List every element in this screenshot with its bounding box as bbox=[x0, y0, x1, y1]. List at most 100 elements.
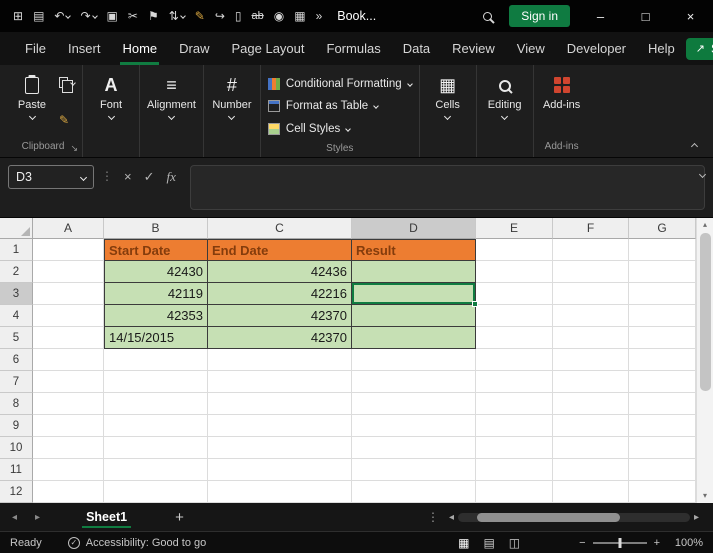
cell-E1[interactable] bbox=[476, 239, 553, 261]
cell-D6[interactable] bbox=[352, 349, 476, 371]
cell-B2[interactable]: 42430 bbox=[104, 261, 208, 283]
row-header-12[interactable]: 12 bbox=[0, 481, 33, 503]
scroll-left-icon[interactable]: ◂ bbox=[449, 512, 454, 523]
horizontal-scrollbar[interactable]: ◂ ▸ bbox=[449, 512, 699, 523]
paste-button[interactable]: Paste bbox=[11, 69, 53, 121]
search-button[interactable] bbox=[473, 11, 501, 21]
camera-icon[interactable]: ◉ bbox=[269, 9, 289, 23]
cell-E3[interactable] bbox=[476, 283, 553, 305]
cell-styles-button[interactable]: Cell Styles bbox=[267, 118, 412, 139]
zoom-slider[interactable] bbox=[592, 537, 647, 548]
cell-F1[interactable] bbox=[553, 239, 629, 261]
cell-G5[interactable] bbox=[629, 327, 696, 349]
close-button[interactable]: × bbox=[668, 0, 713, 32]
cell-C7[interactable] bbox=[208, 371, 352, 393]
vertical-scrollbar-thumb[interactable] bbox=[699, 233, 711, 391]
select-all-button[interactable] bbox=[0, 218, 33, 239]
cell-A5[interactable] bbox=[33, 327, 104, 349]
name-box[interactable]: D3 bbox=[8, 165, 94, 189]
cell-G2[interactable] bbox=[629, 261, 696, 283]
row-header-9[interactable]: 9 bbox=[0, 415, 33, 437]
view-page-break-button[interactable]: ◫ bbox=[509, 536, 520, 550]
column-header-B[interactable]: B bbox=[104, 218, 208, 239]
cell-F10[interactable] bbox=[553, 437, 629, 459]
cell-D10[interactable] bbox=[352, 437, 476, 459]
menu-tab-file[interactable]: File bbox=[14, 32, 57, 65]
cell-C5[interactable]: 42370 bbox=[208, 327, 352, 349]
cell-F5[interactable] bbox=[553, 327, 629, 349]
menu-tab-draw[interactable]: Draw bbox=[168, 32, 220, 65]
cell-F12[interactable] bbox=[553, 481, 629, 503]
row-header-6[interactable]: 6 bbox=[0, 349, 33, 371]
cell-A10[interactable] bbox=[33, 437, 104, 459]
cell-C3[interactable]: 42216 bbox=[208, 283, 352, 305]
cell-E10[interactable] bbox=[476, 437, 553, 459]
cell-G6[interactable] bbox=[629, 349, 696, 371]
cell-G3[interactable] bbox=[629, 283, 696, 305]
row-header-1[interactable]: 1 bbox=[0, 239, 33, 261]
horizontal-scrollbar-thumb[interactable] bbox=[476, 512, 621, 522]
column-header-F[interactable]: F bbox=[553, 218, 629, 239]
menu-tab-data[interactable]: Data bbox=[392, 32, 441, 65]
formula-input[interactable] bbox=[189, 165, 705, 210]
cell-F9[interactable] bbox=[553, 415, 629, 437]
cell-C2[interactable]: 42436 bbox=[208, 261, 352, 283]
cell-G11[interactable] bbox=[629, 459, 696, 481]
cell-A6[interactable] bbox=[33, 349, 104, 371]
cell-A12[interactable] bbox=[33, 481, 104, 503]
cell-B4[interactable]: 42353 bbox=[104, 305, 208, 327]
cell-E9[interactable] bbox=[476, 415, 553, 437]
sheet-tab-sheet1[interactable]: Sheet1 bbox=[74, 503, 139, 531]
table-grid-icon[interactable]: ▦ bbox=[289, 9, 310, 23]
column-header-G[interactable]: G bbox=[629, 218, 696, 239]
redo-action-icon[interactable]: ↪ bbox=[210, 9, 230, 23]
row-header-7[interactable]: 7 bbox=[0, 371, 33, 393]
menu-tab-formulas[interactable]: Formulas bbox=[316, 32, 392, 65]
cell-D7[interactable] bbox=[352, 371, 476, 393]
menu-tab-help[interactable]: Help bbox=[637, 32, 686, 65]
cell-B6[interactable] bbox=[104, 349, 208, 371]
name-box-resizer[interactable]: ⋮ bbox=[101, 169, 113, 183]
cell-F2[interactable] bbox=[553, 261, 629, 283]
cell-A8[interactable] bbox=[33, 393, 104, 415]
cell-D12[interactable] bbox=[352, 481, 476, 503]
row-header-5[interactable]: 5 bbox=[0, 327, 33, 349]
cell-A7[interactable] bbox=[33, 371, 104, 393]
menu-tab-insert[interactable]: Insert bbox=[57, 32, 112, 65]
row-header-4[interactable]: 4 bbox=[0, 305, 33, 327]
format-as-table-button[interactable]: Format as Table bbox=[267, 96, 412, 117]
cell-G1[interactable] bbox=[629, 239, 696, 261]
cell-F7[interactable] bbox=[553, 371, 629, 393]
menu-tab-view[interactable]: View bbox=[506, 32, 556, 65]
share-button[interactable]: ↗ Share bbox=[685, 37, 713, 60]
conditional-formatting-button[interactable]: Conditional Formatting bbox=[267, 73, 413, 94]
row-header-8[interactable]: 8 bbox=[0, 393, 33, 415]
scroll-up-icon[interactable]: ▴ bbox=[703, 221, 707, 229]
cell-E2[interactable] bbox=[476, 261, 553, 283]
cell-E12[interactable] bbox=[476, 481, 553, 503]
cell-B1[interactable]: Start Date bbox=[104, 239, 208, 261]
undo-icon[interactable]: ↶ bbox=[49, 9, 75, 23]
cell-D2[interactable] bbox=[352, 261, 476, 283]
minimize-button[interactable]: – bbox=[578, 0, 623, 32]
cell-E7[interactable] bbox=[476, 371, 553, 393]
cut-icon[interactable]: ✂ bbox=[123, 9, 143, 23]
cell-E11[interactable] bbox=[476, 459, 553, 481]
scroll-down-icon[interactable]: ▾ bbox=[703, 492, 707, 500]
menu-tab-review[interactable]: Review bbox=[441, 32, 506, 65]
sheet-nav-right-icon[interactable]: ▸ bbox=[35, 512, 40, 523]
cell-C8[interactable] bbox=[208, 393, 352, 415]
cell-D8[interactable] bbox=[352, 393, 476, 415]
cells-button[interactable]: ▦ Cells bbox=[427, 69, 469, 121]
cell-D1[interactable]: Result bbox=[352, 239, 476, 261]
zoom-level[interactable]: 100% bbox=[667, 537, 703, 549]
cell-C11[interactable] bbox=[208, 459, 352, 481]
format-painter-button[interactable]: ✎ bbox=[59, 113, 75, 127]
cell-D5[interactable] bbox=[352, 327, 476, 349]
font-button[interactable]: A Font bbox=[90, 69, 132, 121]
column-header-E[interactable]: E bbox=[476, 218, 553, 239]
alignment-button[interactable]: ≡ Alignment bbox=[147, 69, 196, 121]
row-header-3[interactable]: 3 bbox=[0, 283, 33, 305]
redo-icon[interactable]: ↷ bbox=[75, 9, 101, 23]
cell-B10[interactable] bbox=[104, 437, 208, 459]
